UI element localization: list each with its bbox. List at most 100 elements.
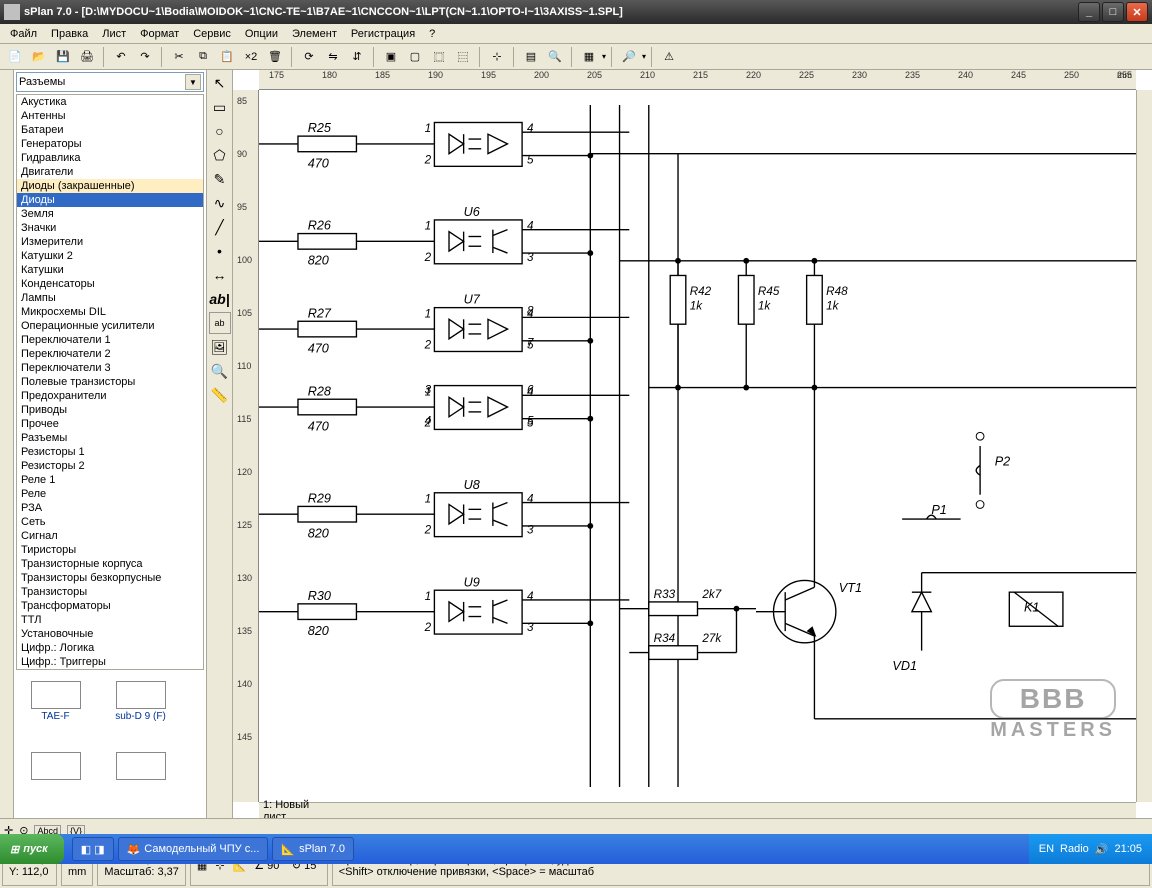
paste-icon[interactable]: 📋	[216, 46, 238, 68]
category-item[interactable]: Гидравлика	[17, 151, 203, 165]
node-tool-icon[interactable]: •	[209, 240, 231, 262]
category-item[interactable]: Полевые транзисторы	[17, 375, 203, 389]
pointer-tool-icon[interactable]: ↖	[209, 72, 231, 94]
mirror-v-icon[interactable]: ⇵	[346, 46, 368, 68]
category-item[interactable]: Переключатели 3	[17, 361, 203, 375]
system-tray[interactable]: EN Radio 🔊 21:05	[1029, 834, 1152, 864]
redo-icon[interactable]: ↷	[134, 46, 156, 68]
image-tool-icon[interactable]: 🖼	[209, 336, 231, 358]
task-item[interactable]: 🦊 Самодельный ЧПУ с...	[118, 837, 269, 861]
poly-tool-icon[interactable]: ⬠	[209, 144, 231, 166]
menu-help[interactable]: ?	[423, 26, 441, 42]
category-item[interactable]: Транзисторные корпуса	[17, 557, 203, 571]
category-item[interactable]: Катушки	[17, 263, 203, 277]
chevron-down-icon[interactable]: ▼	[185, 74, 201, 90]
measure-tool-icon[interactable]: 📏	[209, 384, 231, 406]
category-list[interactable]: АкустикаАнтенныБатареиГенераторыГидравли…	[16, 94, 204, 670]
menu-element[interactable]: Элемент	[286, 26, 343, 42]
category-item[interactable]: Прочее	[17, 417, 203, 431]
group-icon[interactable]: ⿴	[428, 46, 450, 68]
category-item[interactable]: Батареи	[17, 123, 203, 137]
category-item[interactable]: Реле	[17, 487, 203, 501]
open-icon[interactable]: 📂	[28, 46, 50, 68]
snap-icon[interactable]: ⊹	[486, 46, 508, 68]
canvas[interactable]: R254701245R26820U61243R27470U71245R28470…	[259, 90, 1136, 802]
lang-indicator[interactable]: EN	[1039, 843, 1054, 855]
menu-sheet[interactable]: Лист	[96, 26, 132, 42]
category-item[interactable]: Измерители	[17, 235, 203, 249]
quick-launch[interactable]: ◧ ◨	[72, 837, 114, 861]
save-icon[interactable]: 💾	[52, 46, 74, 68]
menu-file[interactable]: Файл	[4, 26, 43, 42]
grid-icon[interactable]: ▦	[578, 46, 600, 68]
menu-service[interactable]: Сервис	[187, 26, 237, 42]
front-icon[interactable]: ▣	[380, 46, 402, 68]
category-item[interactable]: Приводы	[17, 403, 203, 417]
scrollbar-horizontal[interactable]	[313, 802, 1136, 818]
circle-tool-icon[interactable]: ○	[209, 120, 231, 142]
category-item[interactable]: Установочные	[17, 627, 203, 641]
lib-item[interactable]: sub-D 9 (F)	[103, 674, 178, 722]
delete-icon[interactable]: 🗑	[264, 46, 286, 68]
dup-icon[interactable]: ×2	[240, 46, 262, 68]
category-item[interactable]: Антенны	[17, 109, 203, 123]
bezier-tool-icon[interactable]: ∿	[209, 192, 231, 214]
new-icon[interactable]: 📄	[4, 46, 26, 68]
category-item[interactable]: РЗА	[17, 501, 203, 515]
category-item[interactable]: Диоды	[17, 193, 203, 207]
lib-item[interactable]	[103, 732, 178, 780]
category-item[interactable]: Тиристоры	[17, 543, 203, 557]
minimize-button[interactable]: _	[1078, 2, 1100, 22]
ungroup-icon[interactable]: ⿳	[452, 46, 474, 68]
text-tool-icon[interactable]: ab|	[209, 288, 231, 310]
radio-indicator[interactable]: Radio	[1060, 843, 1089, 855]
task-item[interactable]: 📐 sPlan 7.0	[272, 837, 354, 861]
category-item[interactable]: Двигатели	[17, 165, 203, 179]
rect-tool-icon[interactable]: ▭	[209, 96, 231, 118]
category-item[interactable]: Резисторы 1	[17, 445, 203, 459]
line-tool-icon[interactable]: ╱	[209, 216, 231, 238]
category-item[interactable]: Лампы	[17, 291, 203, 305]
undo-icon[interactable]: ↶	[110, 46, 132, 68]
textbox-tool-icon[interactable]: ab	[209, 312, 231, 334]
category-item[interactable]: Разъемы	[17, 431, 203, 445]
mirror-h-icon[interactable]: ⇋	[322, 46, 344, 68]
find-icon[interactable]: 🔍	[544, 46, 566, 68]
category-item[interactable]: Катушки 2	[17, 249, 203, 263]
scrollbar-vertical[interactable]	[1136, 90, 1152, 802]
category-item[interactable]: Переключатели 1	[17, 333, 203, 347]
category-combo[interactable]: Разъемы ▼	[16, 72, 204, 92]
category-item[interactable]: Значки	[17, 221, 203, 235]
category-item[interactable]: Цифр.: Триггеры	[17, 655, 203, 669]
zoom-icon[interactable]: 🔎	[618, 46, 640, 68]
menu-register[interactable]: Регистрация	[345, 26, 421, 42]
layers-icon[interactable]: ▤	[520, 46, 542, 68]
category-item[interactable]: Предохранители	[17, 389, 203, 403]
rotate-icon[interactable]: ⟳	[298, 46, 320, 68]
category-item[interactable]: Транзисторы безкорпусные	[17, 571, 203, 585]
category-item[interactable]: Транзисторы	[17, 585, 203, 599]
menu-edit[interactable]: Правка	[45, 26, 94, 42]
back-icon[interactable]: ▢	[404, 46, 426, 68]
clock[interactable]: 21:05	[1114, 843, 1142, 855]
freehand-tool-icon[interactable]: ✎	[209, 168, 231, 190]
category-item[interactable]: ТТЛ	[17, 613, 203, 627]
lib-item[interactable]: TAE-F	[18, 674, 93, 722]
category-item[interactable]: Генераторы	[17, 137, 203, 151]
lib-item[interactable]	[18, 732, 93, 780]
category-item[interactable]: Земля	[17, 207, 203, 221]
category-item[interactable]: Акустика	[17, 95, 203, 109]
menu-format[interactable]: Формат	[134, 26, 185, 42]
category-item[interactable]: Резисторы 2	[17, 459, 203, 473]
warn-icon[interactable]: ⚠	[658, 46, 680, 68]
category-item[interactable]: Сигнал	[17, 529, 203, 543]
category-item[interactable]: Цифр.: Логика	[17, 641, 203, 655]
volume-icon[interactable]: 🔊	[1095, 843, 1109, 856]
category-item[interactable]: Сеть	[17, 515, 203, 529]
category-item[interactable]: Диоды (закрашенные)	[17, 179, 203, 193]
copy-icon[interactable]: ⧉	[192, 46, 214, 68]
category-item[interactable]: Операционные усилители	[17, 319, 203, 333]
maximize-button[interactable]: □	[1102, 2, 1124, 22]
category-item[interactable]: Микросхемы DIL	[17, 305, 203, 319]
zoom-tool-icon[interactable]: 🔍	[209, 360, 231, 382]
